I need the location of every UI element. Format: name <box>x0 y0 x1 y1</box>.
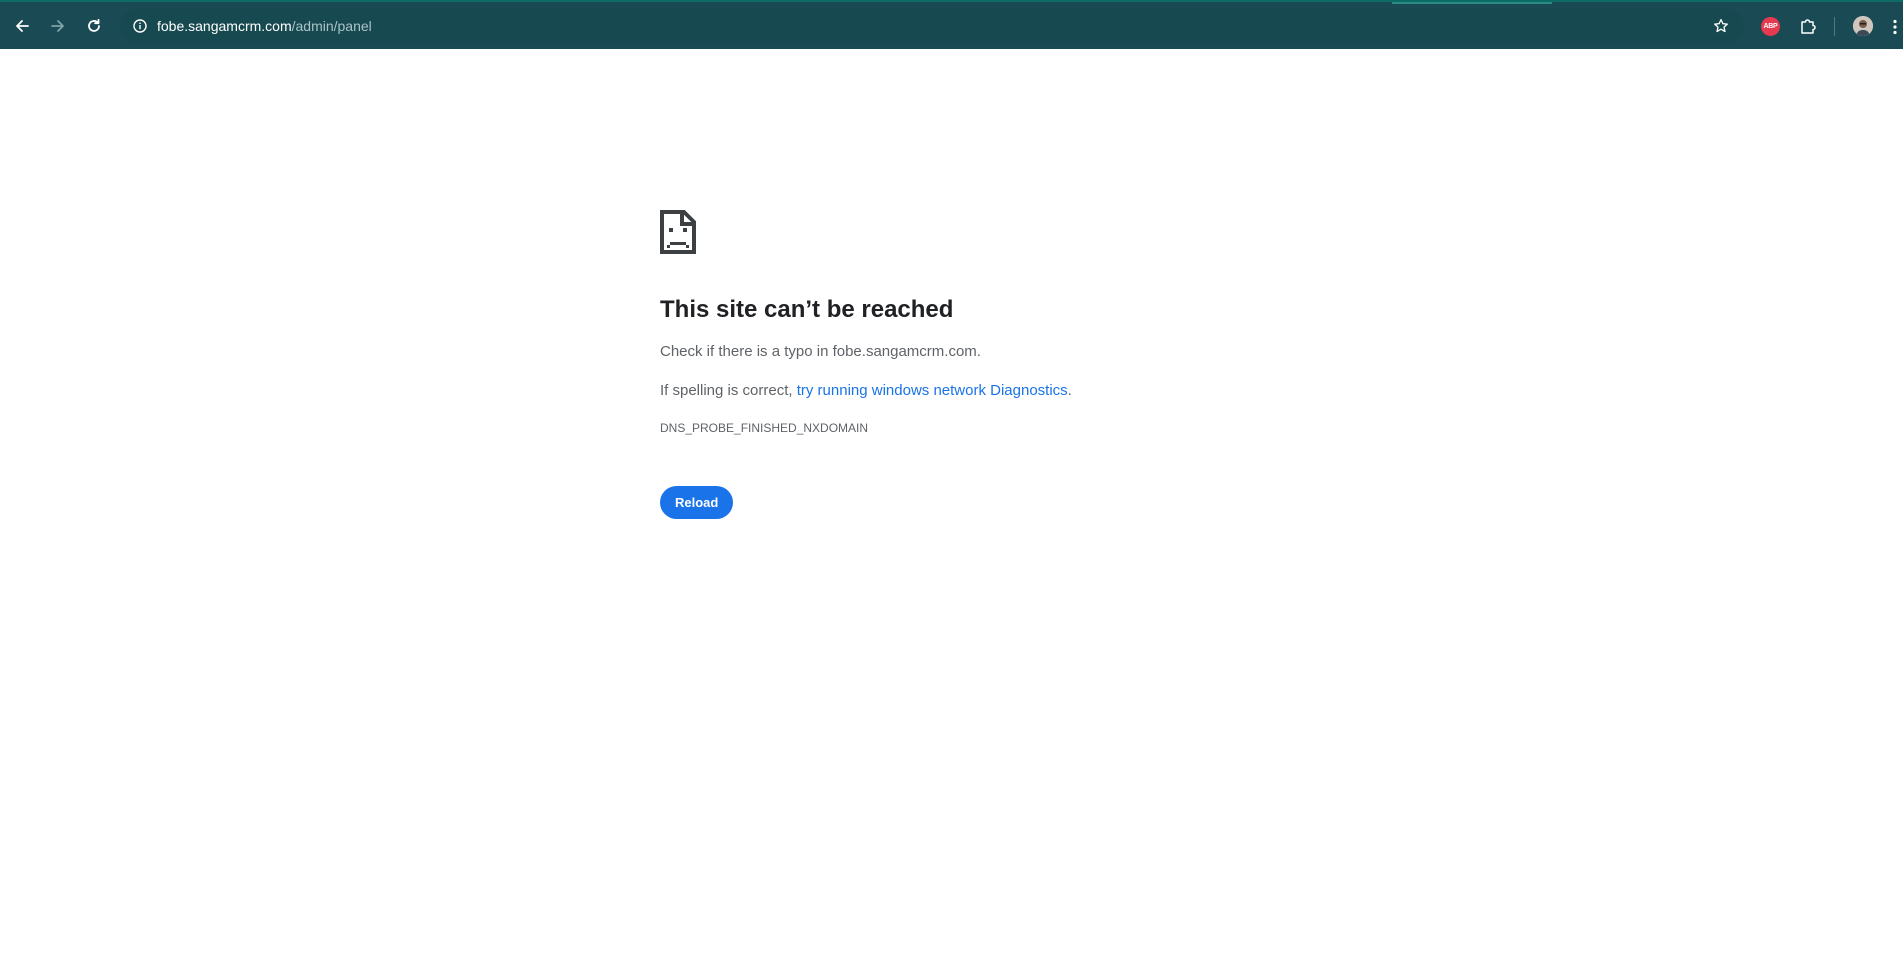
puzzle-icon <box>1801 19 1816 34</box>
diagnostics-hint: If spelling is correct, try running wind… <box>660 381 1260 401</box>
reload-page-button[interactable] <box>80 12 108 40</box>
star-icon <box>1714 18 1728 33</box>
diagnostics-link[interactable]: try running windows network Diagnostics <box>797 382 1068 399</box>
back-button[interactable] <box>8 12 36 40</box>
adblock-extension-icon[interactable]: ABP <box>1761 17 1780 36</box>
error-page: This site can’t be reached Check if ther… <box>660 210 1260 519</box>
back-arrow-icon <box>16 20 29 32</box>
extensions-button[interactable] <box>1796 14 1820 38</box>
info-icon <box>133 19 147 33</box>
site-info-button[interactable] <box>129 15 151 37</box>
url-text[interactable]: fobe.sangamcrm.com/admin/panel <box>157 17 372 35</box>
kebab-menu-icon <box>1893 19 1897 35</box>
url-path: /admin/panel <box>291 18 372 34</box>
forward-arrow-icon <box>51 20 64 32</box>
browser-toolbar: fobe.sangamcrm.com/admin/panel ABP <box>0 0 1903 49</box>
forward-button[interactable] <box>44 12 72 40</box>
typo-hint: Check if there is a typo in fobe.sangamc… <box>660 343 981 360</box>
url-host: fobe.sangamcrm.com <box>157 18 292 34</box>
sad-page-icon <box>660 210 696 254</box>
active-tab-indicator <box>1392 2 1552 4</box>
error-code: DNS_PROBE_FINISHED_NXDOMAIN <box>660 421 869 435</box>
address-bar[interactable]: fobe.sangamcrm.com/admin/panel <box>120 9 1744 43</box>
reload-button[interactable]: Reload <box>660 486 734 519</box>
bookmark-button[interactable] <box>1710 15 1732 37</box>
diagnostics-suffix: . <box>1067 382 1072 399</box>
diagnostics-prefix: If spelling is correct, <box>660 382 797 399</box>
toolbar-divider <box>1834 17 1835 36</box>
profile-avatar[interactable] <box>1853 16 1873 36</box>
reload-icon <box>88 18 100 32</box>
error-title: This site can’t be reached <box>660 296 954 323</box>
browser-menu-button[interactable] <box>1891 16 1899 38</box>
